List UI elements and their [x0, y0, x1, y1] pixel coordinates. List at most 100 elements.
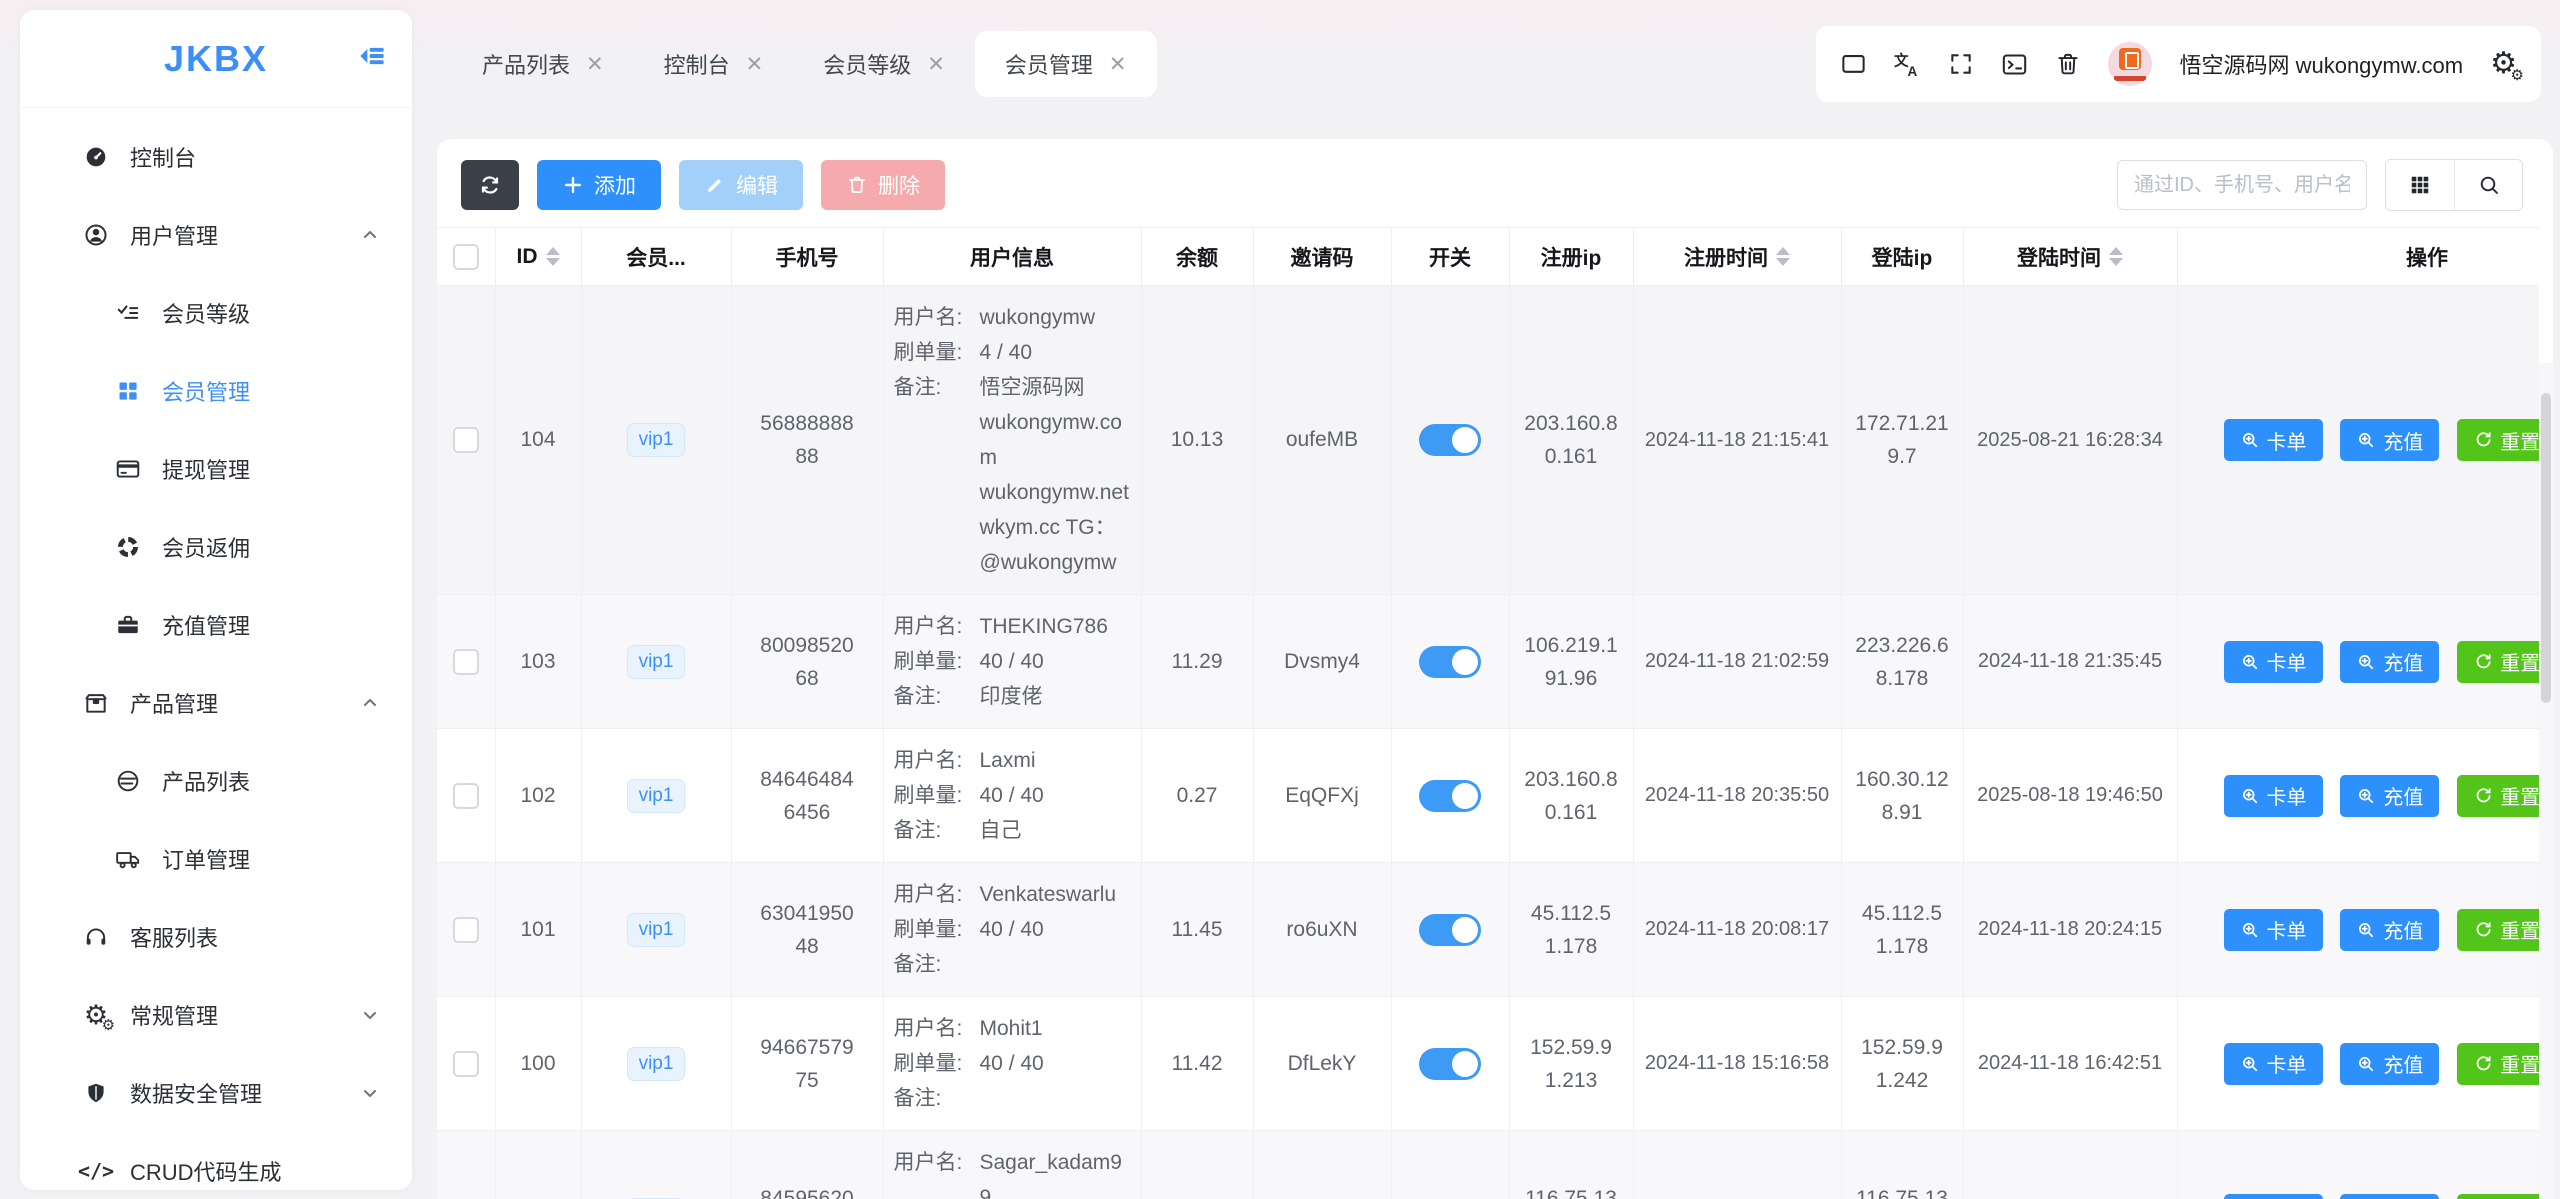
- status-toggle[interactable]: [1419, 914, 1481, 946]
- sidebar-item-console[interactable]: 控制台: [20, 118, 412, 196]
- recharge-button[interactable]: 充值: [2340, 1043, 2439, 1085]
- reset-order-button[interactable]: 重置订单: [2457, 1194, 2539, 1199]
- monitor-icon[interactable]: [1840, 51, 1867, 78]
- table-row: 104 vip1 5688888888 用户名:wukongymw 刷单量:4 …: [437, 286, 2539, 595]
- reset-order-button[interactable]: 重置订单: [2457, 909, 2539, 951]
- username-label: 用户名:: [894, 877, 980, 912]
- settings-gear-icon[interactable]: ⚙⚙: [2490, 49, 2517, 79]
- tab-member-management[interactable]: 会员管理✕: [975, 31, 1157, 97]
- cell-user-info: 用户名:wukongymw 刷单量:4 / 40 备注:悟空源码网 wukong…: [883, 286, 1141, 595]
- trash-icon[interactable]: [2055, 51, 2081, 77]
- header-toolbar: 文A 悟空源码网 wukongymw.com ⚙⚙: [1816, 26, 2541, 102]
- col-register-time[interactable]: 注册时间: [1633, 228, 1841, 286]
- avatar[interactable]: [2108, 42, 2152, 86]
- col-login-ip: 登陆ip: [1841, 228, 1963, 286]
- note-label: 备注:: [894, 947, 980, 982]
- fullscreen-icon[interactable]: [1948, 51, 1974, 77]
- sidebar-item-member-management[interactable]: 会员管理: [20, 352, 412, 430]
- bank-card-icon: [112, 456, 144, 482]
- columns-grid-button[interactable]: [2386, 160, 2454, 210]
- recharge-button[interactable]: 充值: [2340, 641, 2439, 683]
- translate-icon[interactable]: 文A: [1894, 51, 1921, 78]
- card-order-button[interactable]: 卡单: [2224, 909, 2323, 951]
- card-order-button[interactable]: 卡单: [2224, 1043, 2323, 1085]
- tab-member-level[interactable]: 会员等级✕: [793, 31, 975, 97]
- tab-console[interactable]: 控制台✕: [634, 31, 794, 97]
- cell-register-ip: 106.219.191.96: [1524, 629, 1618, 695]
- sidebar-item-member-level[interactable]: 会员等级: [20, 274, 412, 352]
- sidebar-item-product-management[interactable]: 产品管理: [20, 664, 412, 742]
- status-toggle[interactable]: [1419, 1048, 1481, 1080]
- sidebar-item-data-security[interactable]: 数据安全管理: [20, 1054, 412, 1132]
- close-icon[interactable]: ✕: [586, 52, 604, 77]
- select-all-checkbox[interactable]: [453, 244, 479, 270]
- col-balance: 余额: [1141, 228, 1253, 286]
- delete-button[interactable]: 删除: [821, 160, 945, 210]
- card-order-button[interactable]: 卡单: [2224, 1194, 2323, 1199]
- recharge-button[interactable]: 充值: [2340, 1194, 2439, 1199]
- card-order-button[interactable]: 卡单: [2224, 419, 2323, 461]
- card-order-button[interactable]: 卡单: [2224, 641, 2323, 683]
- sidebar-item-withdraw-management[interactable]: 提现管理: [20, 430, 412, 508]
- recharge-button[interactable]: 充值: [2340, 775, 2439, 817]
- row-checkbox[interactable]: [453, 917, 479, 943]
- col-phone: 手机号: [731, 228, 883, 286]
- sidebar-item-order-management[interactable]: 订单管理: [20, 820, 412, 898]
- sort-icon[interactable]: [546, 247, 560, 266]
- reset-order-button[interactable]: 重置订单: [2457, 775, 2539, 817]
- search-button[interactable]: [2454, 160, 2522, 210]
- cell-balance: 11.29: [1141, 595, 1253, 729]
- col-login-time[interactable]: 登陆时间: [1963, 228, 2177, 286]
- user-name[interactable]: 悟空源码网 wukongymw.com: [2179, 48, 2463, 80]
- edit-button[interactable]: 编辑: [679, 160, 803, 210]
- recharge-button[interactable]: 充值: [2340, 419, 2439, 461]
- note-value: 悟空源码网 wukongymw.com wukongymw.net wkym.c…: [980, 370, 1130, 580]
- cell-invite-code: EqQFXj: [1253, 729, 1391, 863]
- row-checkbox[interactable]: [453, 783, 479, 809]
- terminal-icon[interactable]: [2001, 51, 2028, 78]
- status-toggle[interactable]: [1419, 780, 1481, 812]
- recharge-button[interactable]: 充值: [2340, 909, 2439, 951]
- sidebar-item-user-management[interactable]: 用户管理: [20, 196, 412, 274]
- row-checkbox[interactable]: [453, 649, 479, 675]
- reset-order-button[interactable]: 重置订单: [2457, 641, 2539, 683]
- status-toggle[interactable]: [1419, 646, 1481, 678]
- sidebar-item-support-list[interactable]: 客服列表: [20, 898, 412, 976]
- dashboard-icon: [80, 144, 112, 170]
- sidebar-item-crud-generator[interactable]: </> CRUD代码生成: [20, 1132, 412, 1190]
- sidebar-item-general-management[interactable]: ⚙⚙ 常规管理: [20, 976, 412, 1054]
- sidebar-item-recharge-management[interactable]: 充值管理: [20, 586, 412, 664]
- note-label: 备注:: [894, 1081, 980, 1116]
- sort-icon[interactable]: [1776, 247, 1790, 266]
- sort-icon[interactable]: [2109, 247, 2123, 266]
- username-label: 用户名:: [894, 300, 980, 335]
- reset-order-button[interactable]: 重置订单: [2457, 419, 2539, 461]
- status-toggle[interactable]: [1419, 424, 1481, 456]
- brush-value: 40 / 40: [980, 644, 1130, 679]
- close-icon[interactable]: ✕: [927, 52, 945, 77]
- cell-id: 104: [495, 286, 581, 595]
- cell-id: 101: [495, 863, 581, 997]
- tab-product-list[interactable]: 产品列表✕: [452, 31, 634, 97]
- row-checkbox[interactable]: [453, 427, 479, 453]
- card-order-button[interactable]: 卡单: [2224, 775, 2323, 817]
- truck-icon: [112, 846, 144, 872]
- search-input[interactable]: [2117, 160, 2367, 210]
- close-icon[interactable]: ✕: [746, 52, 764, 77]
- close-icon[interactable]: ✕: [1109, 52, 1127, 77]
- reset-order-button[interactable]: 重置订单: [2457, 1043, 2539, 1085]
- cell-id: 100: [495, 997, 581, 1131]
- scrollbar-thumb[interactable]: [2541, 393, 2551, 703]
- sidebar-item-member-rebate[interactable]: 会员返佣: [20, 508, 412, 586]
- row-checkbox[interactable]: [453, 1051, 479, 1077]
- refresh-button[interactable]: [461, 160, 519, 210]
- sidebar-item-product-list[interactable]: 产品列表: [20, 742, 412, 820]
- cell-invite-code: ro6uXN: [1253, 863, 1391, 997]
- sidebar-collapse-icon[interactable]: [358, 44, 386, 73]
- level-badge: vip1: [627, 779, 685, 813]
- tab-bar: 产品列表✕ 控制台✕ 会员等级✕ 会员管理✕: [452, 26, 1157, 102]
- col-id[interactable]: ID: [495, 228, 581, 286]
- cell-register-time: 2024-11-18 14:48:08: [1633, 1131, 1841, 1199]
- add-button[interactable]: 添加: [537, 160, 661, 210]
- sidebar: JKBX 控制台 用户管理 会员等级 会员管理 提现管理 会员返佣: [20, 10, 412, 1190]
